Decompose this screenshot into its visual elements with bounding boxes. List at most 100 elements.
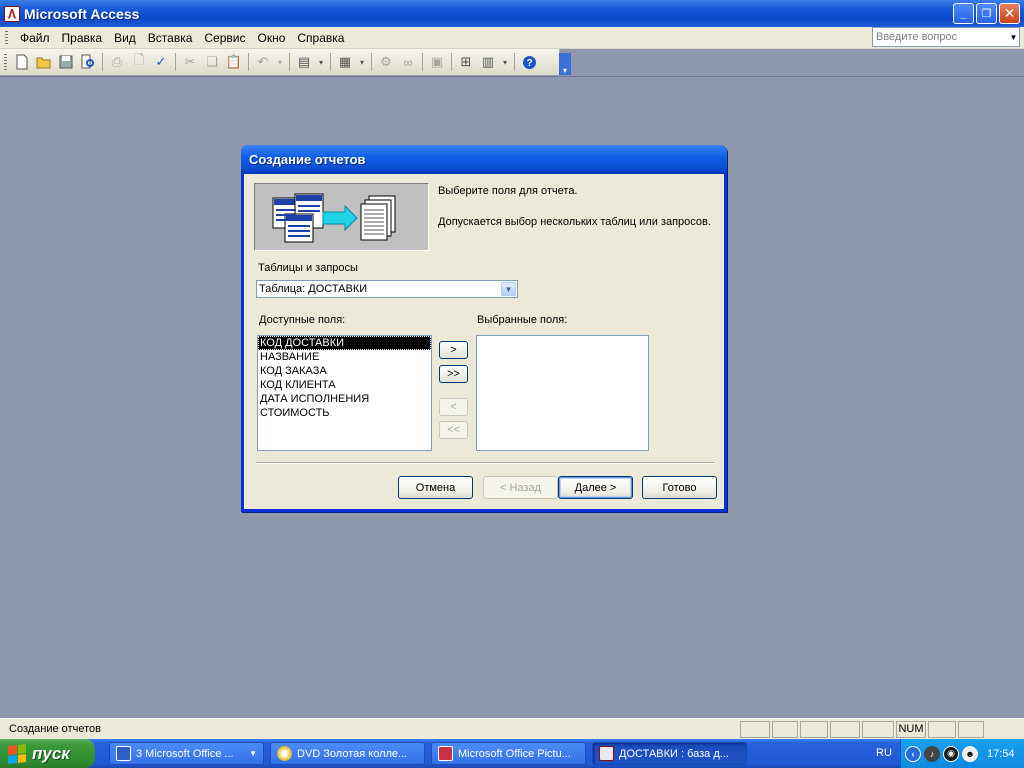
window-controls: _ ❐ ✕ [953, 3, 1020, 24]
list-item[interactable]: НАЗВАНИЕ [258, 350, 431, 364]
spelling-icon[interactable]: ✓ [152, 53, 170, 71]
open-icon[interactable] [35, 53, 53, 71]
menu-help[interactable]: Справка [291, 31, 350, 45]
media-icon[interactable]: ◉ [943, 745, 959, 762]
selected-fields-list[interactable] [476, 335, 649, 451]
start-button[interactable]: пуск [0, 739, 95, 768]
clock[interactable]: 17:54 [987, 748, 1015, 760]
office-links-dropdown-icon[interactable]: ▾ [317, 53, 325, 71]
available-fields-label: Доступные поля: [259, 314, 346, 326]
tables-queries-select[interactable]: Таблица: ДОСТАВКИ ▼ [256, 280, 518, 298]
system-tray: ‹ ♪ ◉ ☻ 17:54 [900, 739, 1024, 768]
ask-question-placeholder: Введите вопрос [876, 31, 958, 43]
wizard-note: Допускается выбор нескольких таблиц или … [438, 216, 711, 228]
save-icon[interactable] [57, 53, 75, 71]
code-icon[interactable]: ⚙ [377, 53, 395, 71]
toolbar-separator [422, 53, 423, 71]
toolbar-separator [102, 53, 103, 71]
picture-manager-icon [438, 746, 453, 761]
taskbar-item-word[interactable]: 3 Microsoft Office ... ▼ [109, 742, 264, 765]
next-button[interactable]: Далее > [558, 476, 633, 499]
add-all-fields-button[interactable]: >> [439, 365, 468, 383]
chevron-down-icon[interactable]: ▼ [1008, 28, 1019, 46]
toolbar-separator [289, 53, 290, 71]
status-cell [928, 720, 956, 738]
list-item[interactable]: КОД КЛИЕНТА [258, 378, 431, 392]
remove-field-button[interactable]: < [439, 398, 468, 416]
database-icon [599, 746, 614, 761]
remove-all-fields-button[interactable]: << [439, 421, 468, 439]
close-button[interactable]: ✕ [999, 3, 1020, 24]
antivirus-icon[interactable]: ☻ [962, 745, 978, 762]
menu-insert[interactable]: Вставка [142, 31, 199, 45]
language-indicator[interactable]: RU [876, 747, 892, 759]
list-item[interactable]: СТОИМОСТЬ [258, 406, 431, 420]
new-icon[interactable] [13, 53, 31, 71]
file-search-icon[interactable] [79, 53, 97, 71]
restore-button[interactable]: ❐ [976, 3, 997, 24]
analyze-dropdown-icon[interactable]: ▾ [358, 53, 366, 71]
dialog-body: Выберите поля для отчета. Допускается вы… [244, 174, 724, 509]
status-cell [740, 720, 770, 738]
show-hidden-icons-icon[interactable]: ‹ [905, 745, 921, 762]
list-item[interactable]: КОД ЗАКАЗА [258, 364, 431, 378]
dialog-divider [256, 462, 714, 464]
back-button[interactable]: < Назад [483, 476, 558, 499]
taskbar-item-label: ДОСТАВКИ : база д... [619, 747, 729, 760]
help-icon[interactable]: ? [520, 53, 538, 71]
toolbar-separator [514, 53, 515, 71]
available-fields-list[interactable]: КОД ДОСТАВКИ НАЗВАНИЕ КОД ЗАКАЗА КОД КЛИ… [257, 335, 432, 451]
menu-tools[interactable]: Сервис [198, 31, 251, 45]
tables-queries-value: Таблица: ДОСТАВКИ [259, 283, 368, 295]
script-icon[interactable]: ∞ [399, 53, 417, 71]
dvd-icon [277, 746, 292, 761]
print-preview-icon[interactable]: 🗋 [130, 52, 148, 71]
menu-view[interactable]: Вид [108, 31, 142, 45]
toolbar-options-icon[interactable]: ▾ [559, 53, 571, 75]
menu-edit[interactable]: Правка [56, 31, 109, 45]
toolbar-separator [248, 53, 249, 71]
analyze-icon[interactable]: ▦ [336, 53, 354, 71]
toolbar-grip-icon[interactable] [4, 54, 7, 70]
volume-icon[interactable]: ♪ [924, 745, 940, 762]
finish-button[interactable]: Готово [642, 476, 717, 499]
menu-window[interactable]: Окно [251, 31, 291, 45]
taskbar-item-picture-manager[interactable]: Microsoft Office Pictu... [431, 742, 586, 765]
chevron-down-icon[interactable]: ▼ [501, 282, 516, 296]
print-icon[interactable]: ⎙ [108, 53, 126, 71]
copy-icon[interactable]: ❏ [203, 53, 221, 71]
status-cell [862, 720, 894, 738]
add-field-button[interactable]: > [439, 341, 468, 359]
office-links-icon[interactable]: ▤ [295, 53, 313, 71]
num-lock-indicator: NUM [896, 720, 926, 738]
undo-icon[interactable]: ↶ [254, 53, 272, 71]
ask-question-input[interactable]: Введите вопрос ▼ [872, 27, 1020, 47]
new-object-dropdown-icon[interactable]: ▾ [501, 53, 509, 71]
properties-icon[interactable]: ▣ [428, 53, 446, 71]
new-object-icon[interactable]: ▥ [479, 53, 497, 71]
status-text: Создание отчетов [9, 723, 101, 735]
taskbar-item-access-db[interactable]: ДОСТАВКИ : база д... [592, 742, 747, 765]
menubar-grip-icon[interactable] [5, 30, 8, 45]
undo-dropdown-icon[interactable]: ▾ [276, 53, 284, 71]
dialog-title[interactable]: Создание отчетов [241, 145, 727, 174]
taskbar-item-dvd[interactable]: DVD Золотая колле... [270, 742, 425, 765]
windows-logo-icon [8, 743, 26, 764]
access-app-icon[interactable] [4, 5, 20, 22]
list-item[interactable]: КОД ДОСТАВКИ [258, 336, 431, 350]
status-cell [772, 720, 798, 738]
paste-icon[interactable]: 📋 [225, 53, 243, 71]
minimize-button[interactable]: _ [953, 3, 974, 24]
toolbar-separator [175, 53, 176, 71]
window-title-bar[interactable]: Microsoft Access _ ❐ ✕ [0, 0, 1024, 27]
toolbar-separator [371, 53, 372, 71]
menu-file[interactable]: Файл [14, 31, 56, 45]
relationships-icon[interactable]: ⊞ [457, 53, 475, 71]
cancel-button[interactable]: Отмена [398, 476, 473, 499]
list-item[interactable]: ДАТА ИСПОЛНЕНИЯ [258, 392, 431, 406]
toolbar-separator [451, 53, 452, 71]
taskbar-item-label: 3 Microsoft Office ... [136, 747, 234, 760]
cut-icon[interactable]: ✂ [181, 53, 199, 71]
chevron-down-icon: ▼ [249, 749, 257, 758]
selected-fields-label: Выбранные поля: [477, 314, 568, 326]
